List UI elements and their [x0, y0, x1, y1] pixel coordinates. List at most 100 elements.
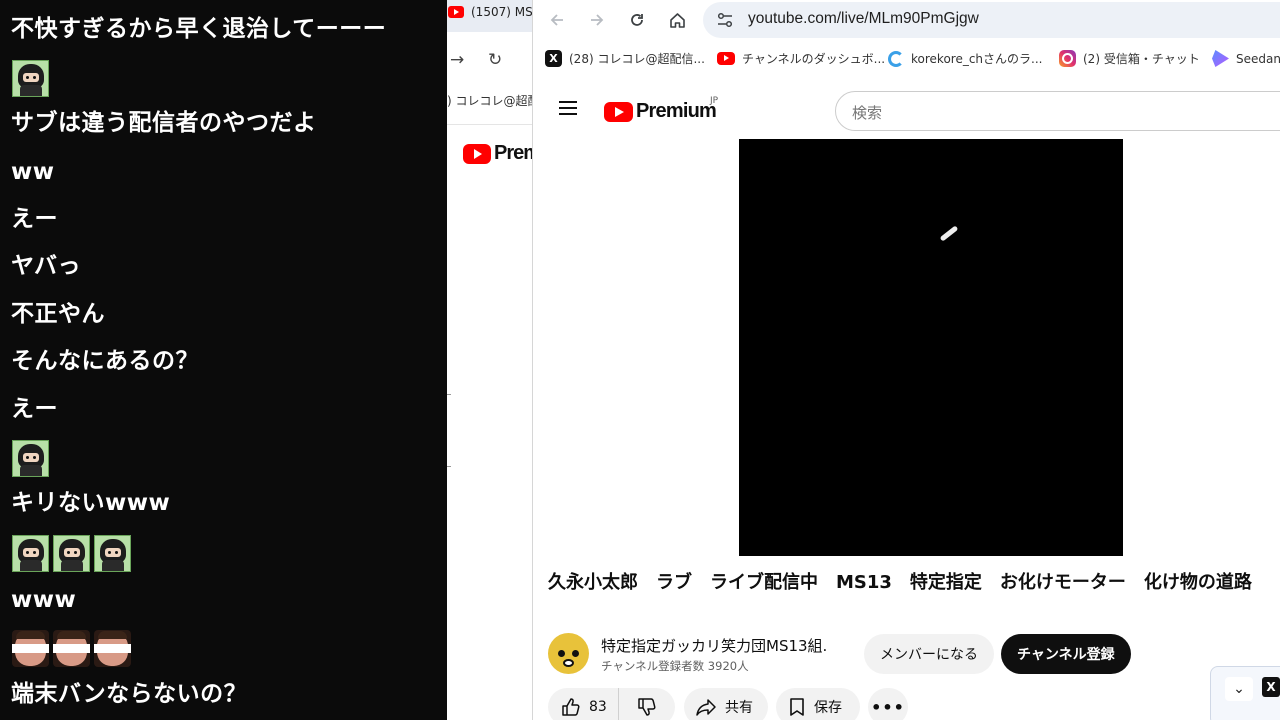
stamp-row: [12, 60, 49, 98]
bookmark-item[interactable]: チャンネルのダッシュボ...: [717, 50, 885, 67]
join-member-button[interactable]: メンバーになる: [864, 634, 994, 674]
bookmark-label: korekore_chさんのラ...: [911, 52, 1043, 66]
youtube-masthead: Premium JP 検索: [533, 84, 1280, 136]
background-tab-title[interactable]: (1507) MS: [471, 5, 532, 19]
thumbs-up-icon: [562, 698, 580, 716]
ninja-stamp-icon: [12, 535, 49, 572]
youtube-logo-icon: [463, 143, 491, 164]
forward-arrow-icon[interactable]: →: [450, 50, 464, 70]
x-icon: X: [545, 50, 562, 67]
site-settings-icon[interactable]: [716, 11, 734, 29]
background-bookmark[interactable]: ) コレコレ@超配: [447, 92, 532, 109]
like-button[interactable]: 83: [548, 688, 619, 720]
stamp-row: [12, 630, 131, 668]
thumbs-down-icon: [638, 698, 656, 716]
censored-face-stamp-icon: [94, 630, 131, 667]
reload-button[interactable]: [623, 6, 651, 34]
background-logo-text: Prem: [494, 142, 532, 164]
more-dots-icon: •••: [871, 697, 905, 717]
chat-message: 不快すぎるから早く退治してーーー: [11, 16, 387, 42]
chat-message: 不正やん: [11, 301, 105, 327]
video-player[interactable]: [739, 139, 1123, 556]
save-button[interactable]: 保存: [776, 688, 860, 720]
chat-message: ww: [11, 159, 55, 185]
subscribe-button[interactable]: チャンネル登録: [1001, 634, 1131, 674]
youtube-tab-icon: [448, 6, 464, 18]
reload-icon: [631, 14, 643, 26]
chat-message: ヤバっ: [11, 253, 82, 279]
divider: [447, 466, 451, 467]
bookmark-label: (2) 受信箱・チャット: [1083, 52, 1200, 66]
video-actions: 83 共有 保存 •••: [548, 688, 1280, 720]
background-youtube-logo[interactable]: Prem: [463, 142, 532, 165]
share-icon: [696, 699, 716, 716]
channel-info: 特定指定ガッカリ笑力団MS13組. チャンネル登録者数 3920人 メンバーにな…: [548, 632, 1280, 676]
main-browser-window: youtube.com/live/MLm90PmGjgw X (28) コレコレ…: [533, 0, 1280, 720]
share-label: 共有: [725, 700, 753, 716]
subscriber-count: チャンネル登録者数 3920人: [601, 659, 749, 673]
ninja-stamp-icon: [12, 60, 49, 97]
forward-arrow-icon: [591, 14, 604, 26]
censored-face-stamp-icon: [53, 630, 90, 667]
save-label: 保存: [814, 700, 842, 716]
url-text[interactable]: youtube.com/live/MLm90PmGjgw: [748, 10, 979, 28]
youtube-logo-icon: [604, 101, 633, 122]
search-input[interactable]: 検索: [835, 91, 1280, 131]
background-nav-bar: → ↻: [447, 44, 532, 78]
bookmark-label: (28) コレコレ@超配信...: [569, 52, 705, 66]
seedance-icon: [1212, 50, 1229, 67]
loading-spinner-icon: [939, 225, 959, 242]
region-code: JP: [710, 96, 719, 106]
hamburger-menu-icon[interactable]: [559, 101, 577, 115]
divider: [447, 394, 451, 395]
chat-message: えー: [11, 206, 58, 232]
bookmark-item[interactable]: korekore_chさんのラ...: [888, 50, 1042, 67]
ninja-stamp-icon: [94, 535, 131, 572]
chat-message: 端末バンならないの？: [11, 681, 248, 707]
more-actions-button[interactable]: •••: [868, 688, 908, 720]
background-browser-window[interactable]: (1507) MS → ↻ ) コレコレ@超配 Prem: [447, 0, 533, 720]
floating-widget: ⌄ X: [1210, 666, 1280, 720]
youtube-icon: [717, 52, 735, 65]
dislike-button[interactable]: [619, 688, 675, 720]
chat-message: そんなにあるの？: [11, 348, 199, 374]
bookmark-item[interactable]: X (28) コレコレ@超配信...: [545, 50, 705, 67]
browser-toolbar: youtube.com/live/MLm90PmGjgw: [533, 0, 1280, 40]
bookmark-item[interactable]: (2) 受信箱・チャット: [1059, 50, 1200, 67]
like-count: 83: [589, 699, 607, 715]
bookmark-label: チャンネルのダッシュボ...: [742, 52, 886, 66]
ninja-stamp-icon: [12, 440, 49, 477]
chat-overlay: 不快すぎるから早く退治してーーー サブは違う配信者のやつだよ ww えー ヤバっ…: [0, 0, 447, 720]
forward-button[interactable]: [583, 6, 611, 34]
x-icon[interactable]: X: [1262, 677, 1280, 697]
home-button[interactable]: [663, 6, 691, 34]
bookmark-icon: [790, 698, 804, 716]
reload-icon[interactable]: ↻: [488, 50, 502, 70]
video-title: 久永小太郎 ラブ ライブ配信中 MS13 特定指定 お化けモーター 化け物の道路: [548, 572, 1252, 593]
chat-message: www: [11, 587, 77, 613]
korekore-icon: [888, 50, 904, 67]
chat-message: キリないwww: [11, 490, 171, 516]
share-button[interactable]: 共有: [684, 688, 768, 720]
bookmark-label: Seedance: [1236, 51, 1280, 66]
back-button[interactable]: [543, 6, 571, 34]
stamp-row: [12, 440, 49, 478]
home-icon: [669, 12, 685, 28]
youtube-premium-logo[interactable]: Premium: [604, 100, 717, 123]
divider: [447, 124, 532, 125]
bookmark-item[interactable]: Seedance: [1212, 50, 1280, 67]
instagram-icon: [1059, 50, 1076, 67]
channel-avatar[interactable]: [548, 633, 589, 674]
search-placeholder: 検索: [852, 104, 883, 122]
like-dislike-group: 83: [548, 688, 675, 720]
chat-message: えー: [11, 396, 58, 422]
ninja-stamp-icon: [53, 535, 90, 572]
background-tab-strip[interactable]: (1507) MS: [447, 0, 532, 32]
chat-message: サブは違う配信者のやつだよ: [11, 110, 317, 136]
stamp-row: [12, 535, 131, 573]
chevron-down-icon[interactable]: ⌄: [1225, 677, 1253, 701]
channel-name[interactable]: 特定指定ガッカリ笑力団MS13組.: [601, 635, 827, 656]
address-bar[interactable]: youtube.com/live/MLm90PmGjgw: [703, 2, 1280, 38]
censored-face-stamp-icon: [12, 630, 49, 667]
bookmarks-bar: X (28) コレコレ@超配信... チャンネルのダッシュボ... koreko…: [533, 44, 1280, 76]
